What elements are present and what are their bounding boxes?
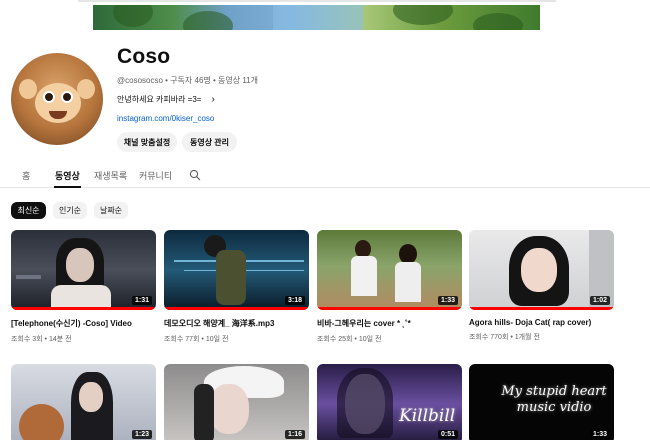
- video-duration: 1:16: [284, 430, 305, 439]
- video-card[interactable]: 1:33 비바-그헤우리는 cover * ˛˚* 조회수 25회 • 10일 …: [317, 230, 462, 344]
- video-thumbnail[interactable]: 1:33: [317, 230, 462, 310]
- manage-videos-button[interactable]: 동영상 관리: [182, 132, 237, 152]
- video-count: 동영상 11개: [218, 76, 258, 85]
- chip-latest[interactable]: 최신순: [11, 202, 46, 219]
- active-tab-indicator: [54, 186, 81, 188]
- video-card[interactable]: 3:18 데모오디오 해양계_ 海洋系.mp3 조회수 77회 • 10일 전: [164, 230, 309, 344]
- tab-playlists[interactable]: 재생목록: [94, 169, 127, 182]
- video-thumbnail[interactable]: 1:16: [164, 364, 309, 440]
- video-duration: 1:33: [589, 430, 610, 439]
- chip-oldest[interactable]: 날짜순: [94, 202, 128, 219]
- chip-popular[interactable]: 인기순: [53, 202, 87, 219]
- tab-videos[interactable]: 동영상: [55, 169, 80, 182]
- video-title[interactable]: 비바-그헤우리는 cover * ˛˚*: [317, 318, 462, 329]
- video-meta: 조회수 77회 • 10일 전: [164, 336, 229, 343]
- video-thumbnail[interactable]: Killbill 0:51: [317, 364, 462, 440]
- channel-handle: @cososocso: [117, 76, 163, 85]
- channel-meta: @cososocso • 구독자 46명 • 동영상 11개: [117, 76, 258, 85]
- video-title[interactable]: 데모오디오 해양계_ 海洋系.mp3: [164, 318, 309, 329]
- thumbnail-overlay-text: Killbill: [399, 406, 456, 426]
- customize-channel-button[interactable]: 채널 맞춤설정: [117, 132, 177, 152]
- video-card[interactable]: My stupid heart music vidio 1:33: [469, 364, 614, 440]
- video-card[interactable]: 1:23: [11, 364, 156, 440]
- video-meta: 조회수 25회 • 10일 전: [317, 336, 382, 343]
- video-thumbnail[interactable]: 1:23: [11, 364, 156, 440]
- channel-description[interactable]: 안녕하세요 카피바라 =3= ›: [117, 94, 215, 105]
- video-duration: 1:33: [437, 296, 458, 305]
- video-duration: 1:02: [589, 296, 610, 305]
- video-duration: 0:51: [437, 430, 458, 439]
- chevron-right-icon[interactable]: ›: [211, 94, 214, 105]
- video-duration: 1:31: [131, 296, 152, 305]
- video-duration: 1:23: [131, 430, 152, 439]
- tab-home[interactable]: 홈: [22, 169, 30, 182]
- channel-banner: [93, 5, 540, 30]
- video-card[interactable]: 1:02 Agora hills- Doja Cat( rap cover) 조…: [469, 230, 614, 342]
- search-icon[interactable]: [189, 169, 201, 181]
- channel-link[interactable]: instagram.com/0kiser_coso: [117, 114, 214, 123]
- video-title[interactable]: [Telephone(수신기) -Coso] Video: [11, 318, 156, 329]
- description-text: 안녕하세요 카피바라 =3=: [117, 95, 202, 104]
- video-thumbnail[interactable]: My stupid heart music vidio 1:33: [469, 364, 614, 440]
- channel-name: Coso: [117, 45, 171, 68]
- subscriber-count: 구독자 46명: [170, 76, 211, 85]
- video-thumbnail[interactable]: 3:18: [164, 230, 309, 310]
- channel-tabs: 홈 동영상 재생목록 커뮤니티: [0, 164, 650, 188]
- video-title[interactable]: Agora hills- Doja Cat( rap cover): [469, 318, 614, 327]
- video-duration: 3:18: [284, 296, 305, 305]
- tab-community[interactable]: 커뮤니티: [139, 169, 172, 182]
- channel-avatar[interactable]: [11, 53, 103, 145]
- video-card[interactable]: Killbill 0:51: [317, 364, 462, 440]
- video-meta: 조회수 3회 • 14분 전: [11, 336, 72, 343]
- video-card[interactable]: 1:31 [Telephone(수신기) -Coso] Video 조회수 3회…: [11, 230, 156, 344]
- video-thumbnail[interactable]: 1:02: [469, 230, 614, 310]
- video-card[interactable]: 1:16: [164, 364, 309, 440]
- thumbnail-overlay-text: My stupid heart music vidio: [501, 384, 607, 415]
- top-divider: [78, 0, 556, 2]
- video-meta: 조회수 770회 • 1개월 전: [469, 334, 540, 341]
- video-thumbnail[interactable]: 1:31: [11, 230, 156, 310]
